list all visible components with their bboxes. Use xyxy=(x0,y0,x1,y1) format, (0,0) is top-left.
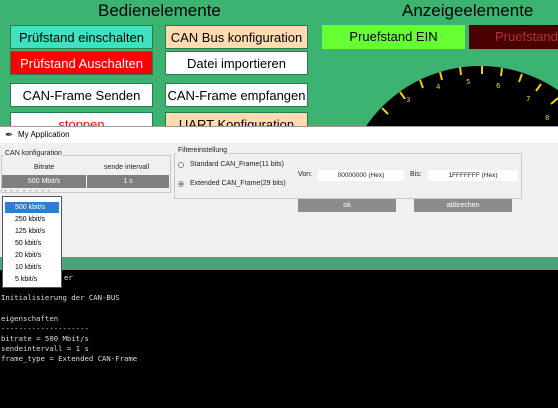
dropdown-item-125[interactable]: 125 kbit/s xyxy=(5,226,59,237)
filter-group-label: Filtereinstellung xyxy=(177,147,229,154)
dropdown-separator: - - - - - - - - xyxy=(4,188,52,195)
console-line: frame_type = Extended CAN-Frame xyxy=(1,354,138,363)
gauge-tick-3: 3 xyxy=(406,96,410,104)
app-icon: ✒ xyxy=(5,130,14,141)
pruefstand-einschalten-button[interactable]: Prüfstand einschalten xyxy=(10,25,153,49)
controls-header: Bedienelemente xyxy=(98,1,221,20)
gauge-tick-4: 4 xyxy=(436,83,441,91)
can-config-label: CAN konfiguration xyxy=(4,150,63,157)
can-bus-konfiguration-button[interactable]: CAN Bus konfiguration xyxy=(165,25,308,49)
radio-standard-frame[interactable] xyxy=(178,162,184,168)
can-frame-empfangen-button[interactable]: CAN-Frame empfangen xyxy=(165,83,308,107)
bis-input[interactable]: 1FFFFFFF (Hex) xyxy=(428,170,518,181)
console-line: sendeintervall = 1 s xyxy=(1,344,89,353)
dropdown-item-20[interactable]: 20 kbit/s xyxy=(5,250,59,261)
dropdown-item-500[interactable]: 500 kbit/s xyxy=(5,202,59,213)
bitrate-dropdown-list[interactable]: 500 kbit/s 250 kbit/s 125 kbit/s 50 kbit… xyxy=(2,196,62,288)
gauge-tick-8: 8 xyxy=(545,114,549,122)
radio-extended-label: Extended CAN_Frame(29 bits) xyxy=(190,180,286,187)
gauge-tick-6: 6 xyxy=(496,82,501,90)
gauge-tick-7: 7 xyxy=(526,95,530,103)
pruefstand-auschalten-button[interactable]: Prüfstand Auschalten xyxy=(10,51,153,75)
config-dialog: ✒ My Application CAN konfiguration Bitra… xyxy=(0,126,558,257)
console-line: bitrate = 500 Mbit/s xyxy=(1,334,89,343)
console-line: -------------------- xyxy=(1,324,89,333)
dropdown-item-50[interactable]: 50 kbit/s xyxy=(5,238,59,249)
can-frame-senden-button[interactable]: CAN-Frame Senden xyxy=(10,83,153,107)
separator-strip xyxy=(0,256,558,270)
console-line: er xyxy=(64,273,73,282)
status-off-indicator: Pruefstand xyxy=(469,25,558,49)
von-label: Von: xyxy=(298,171,313,178)
datei-importieren-button[interactable]: Datei importieren xyxy=(165,51,308,75)
console-output[interactable]: er Initialisierung der CAN-BUS eigenscha… xyxy=(0,270,558,408)
radio-standard-label: Standard CAN_Frame(11 bits) xyxy=(190,161,285,168)
dropdown-item-250[interactable]: 250 kbit/s xyxy=(5,214,59,225)
cancel-button[interactable]: abbrechen xyxy=(414,199,512,212)
dropdown-item-5[interactable]: 5 kbit/s xyxy=(5,274,59,285)
dialog-title: My Application xyxy=(18,130,70,139)
radio-extended-frame[interactable] xyxy=(178,181,184,187)
interval-header: sende intervall xyxy=(104,164,150,171)
von-input[interactable]: 00000000 (Hex) xyxy=(318,170,404,181)
displays-header: Anzeigeelemente xyxy=(402,1,534,20)
gauge-tick-5: 5 xyxy=(466,78,470,86)
interval-select[interactable]: 1 s xyxy=(87,175,169,188)
console-line: Initialisierung der CAN-BUS xyxy=(1,293,120,302)
bitrate-header: Bitrate xyxy=(34,164,55,171)
status-on-indicator: Pruefstand EIN xyxy=(322,25,465,49)
dialog-titlebar: ✒ My Application xyxy=(0,127,558,143)
console-line: eigenschaften xyxy=(1,314,59,323)
bis-label: Bis: xyxy=(410,171,422,178)
ok-button[interactable]: ok xyxy=(298,199,396,212)
bitrate-select[interactable]: 500 Mbit/s xyxy=(2,175,86,188)
dropdown-item-10[interactable]: 10 kbit/s xyxy=(5,262,59,273)
